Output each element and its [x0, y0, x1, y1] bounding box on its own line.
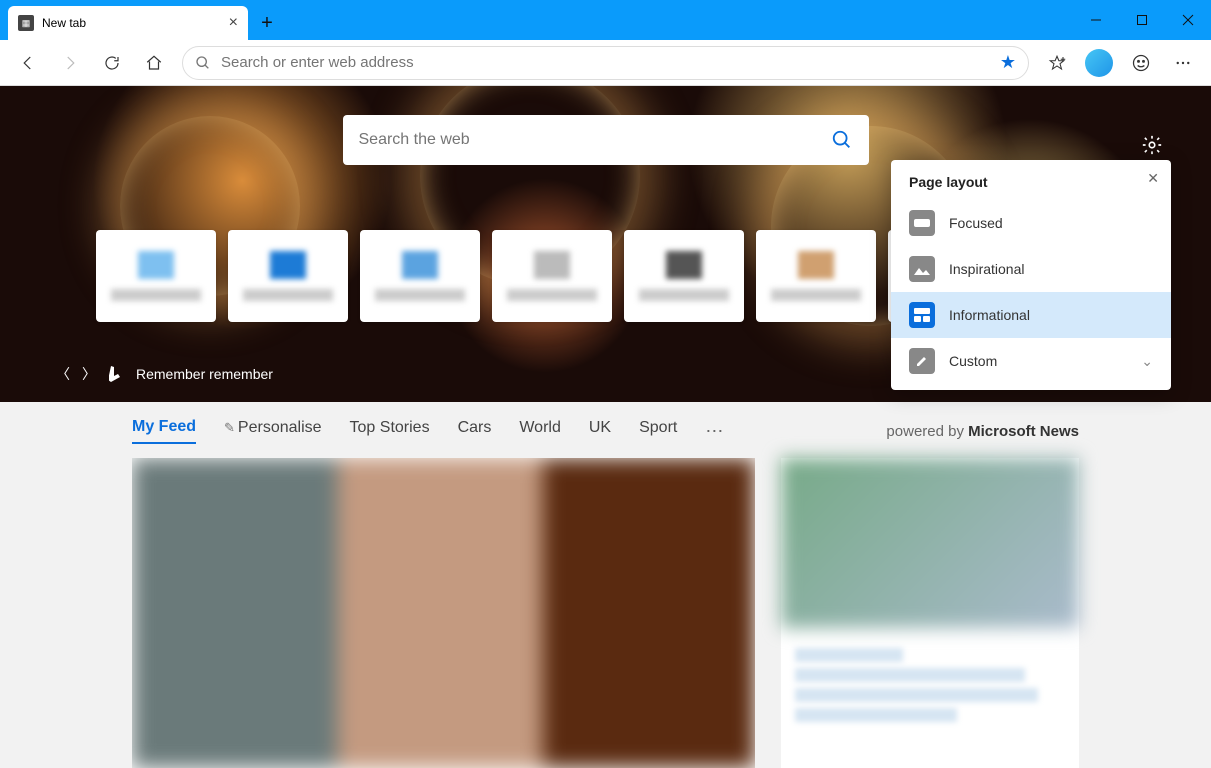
feed: My Feed ✎Personalise Top Stories Cars Wo… [0, 402, 1211, 768]
toolbar: ★ [0, 40, 1211, 86]
feed-tab-myfeed[interactable]: My Feed [132, 418, 196, 444]
feed-more-icon[interactable]: ⋯ [705, 421, 723, 442]
feed-tab-sport[interactable]: Sport [639, 419, 677, 443]
top-site-tile[interactable] [624, 230, 744, 322]
option-label: Informational [949, 307, 1030, 323]
news-card-large[interactable] [132, 458, 755, 768]
avatar [1085, 49, 1113, 77]
feed-tab-uk[interactable]: UK [589, 419, 611, 443]
popup-title: Page layout [891, 174, 1171, 200]
feed-tab-world[interactable]: World [519, 419, 561, 443]
bing-icon [108, 366, 124, 382]
top-site-tile[interactable] [96, 230, 216, 322]
page-layout-popup: ✕ Page layout Focused Inspirational Info… [891, 160, 1171, 390]
page-settings-button[interactable] [1141, 134, 1163, 156]
tab-title: New tab [42, 16, 86, 30]
layout-option-focused[interactable]: Focused [891, 200, 1171, 246]
browser-tab[interactable]: ▦ New tab × [8, 6, 248, 40]
feed-tab-topstories[interactable]: Top Stories [350, 419, 430, 443]
option-label: Focused [949, 215, 1003, 231]
tab-favicon: ▦ [18, 15, 34, 31]
profile-button[interactable] [1079, 43, 1119, 83]
image-caption: Remember remember [136, 366, 273, 382]
close-window-button[interactable] [1165, 0, 1211, 40]
forward-button[interactable] [50, 43, 90, 83]
search-icon[interactable] [831, 129, 853, 151]
personalise-icon: ✎ [224, 420, 235, 435]
feed-tab-personalise[interactable]: ✎Personalise [224, 419, 322, 443]
top-site-tile[interactable] [228, 230, 348, 322]
option-label: Inspirational [949, 261, 1025, 277]
hero-search[interactable] [343, 115, 869, 165]
focused-icon [909, 210, 935, 236]
address-bar[interactable]: ★ [182, 46, 1029, 80]
address-input[interactable] [221, 54, 990, 71]
news-card-side[interactable] [781, 458, 1079, 768]
close-icon[interactable]: ✕ [1147, 170, 1159, 187]
search-icon [195, 55, 211, 71]
favorite-icon[interactable]: ★ [1000, 52, 1016, 73]
feed-tabs: My Feed ✎Personalise Top Stories Cars Wo… [132, 418, 1079, 444]
inspirational-icon [909, 256, 935, 282]
feed-cards [132, 458, 1079, 768]
close-tab-icon[interactable]: × [229, 14, 238, 32]
next-image-icon[interactable]: 〉 [82, 364, 96, 384]
custom-icon [909, 348, 935, 374]
layout-option-custom[interactable]: Custom ⌄ [891, 338, 1171, 384]
home-button[interactable] [134, 43, 174, 83]
top-site-tile[interactable] [492, 230, 612, 322]
titlebar: ▦ New tab × + [0, 0, 1211, 40]
new-tab-button[interactable]: + [252, 8, 282, 38]
back-button[interactable] [8, 43, 48, 83]
top-sites [96, 230, 1008, 322]
option-label: Custom [949, 353, 997, 369]
feed-tab-cars[interactable]: Cars [458, 419, 492, 443]
menu-button[interactable] [1163, 43, 1203, 83]
chevron-down-icon: ⌄ [1141, 353, 1153, 370]
feedback-button[interactable] [1121, 43, 1161, 83]
prev-image-icon[interactable]: 〈 [56, 364, 70, 384]
window-controls [1073, 0, 1211, 40]
top-site-tile[interactable] [360, 230, 480, 322]
image-caption-bar: 〈 〉 Remember remember [56, 364, 273, 384]
minimize-button[interactable] [1073, 0, 1119, 40]
refresh-button[interactable] [92, 43, 132, 83]
hero-search-input[interactable] [359, 131, 831, 149]
maximize-button[interactable] [1119, 0, 1165, 40]
favorites-button[interactable] [1037, 43, 1077, 83]
layout-option-informational[interactable]: Informational [891, 292, 1171, 338]
powered-by: powered by Microsoft News [886, 423, 1079, 440]
top-site-tile[interactable] [756, 230, 876, 322]
informational-icon [909, 302, 935, 328]
layout-option-inspirational[interactable]: Inspirational [891, 246, 1171, 292]
